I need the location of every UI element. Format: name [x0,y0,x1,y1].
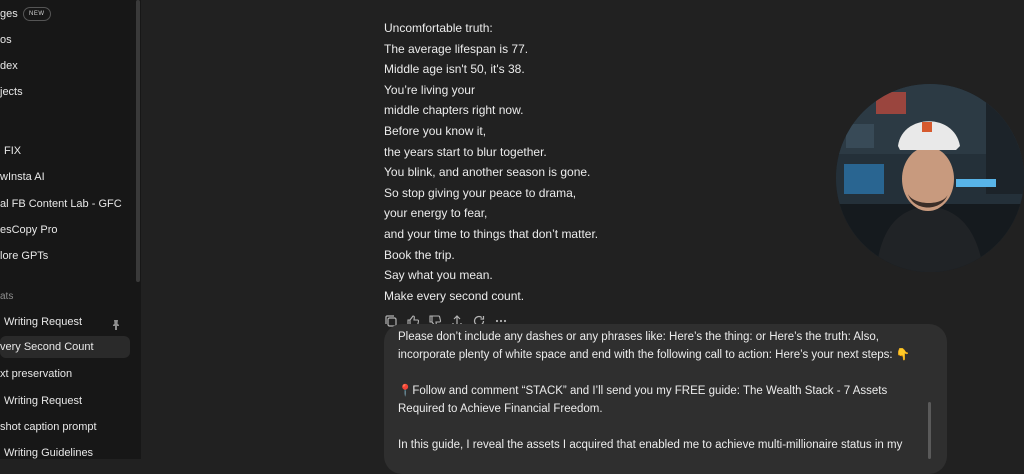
webcam-overlay [836,84,1024,272]
sidebar-item-label: FIX [4,145,22,157]
user-message-paragraph: 📍Follow and comment “STACK” and I’ll sen… [398,385,888,415]
sidebar-item-codex[interactable]: dex [0,55,132,77]
user-message-paragraph: Please don’t include any dashes or any p… [398,331,911,361]
user-message-paragraph: In this guide, I reveal the assets I acq… [398,439,903,451]
chat-item[interactable]: shot caption prompt [0,416,132,438]
sidebar-item-label: al FB Content Lab - GFC [0,198,122,210]
chat-item[interactable]: Writing Request [0,390,132,412]
message-line: Before you know it, [384,123,487,138]
chat-item-label: Writing Request [4,316,83,328]
chat-item-label: shot caption prompt [0,421,97,433]
sidebar-gpt-salescopy-pro[interactable]: esCopy Pro [0,219,132,241]
sidebar-gpt-fix[interactable]: FIX [0,140,132,162]
message-line: the years start to blur together. [384,144,547,159]
user-message-bubble: Please don’t include any dashes or any p… [384,324,947,474]
chat-item-label: Writing Request [4,395,83,407]
sidebar-item-label: dex [0,60,18,72]
message-line: Middle age isn't 50, it's 38. [384,62,525,77]
sidebar-item-projects[interactable]: jects [0,81,132,103]
sidebar-item-pages[interactable]: ges NEW [0,3,132,25]
message-line: You blink, and another season is gone. [384,165,591,180]
chat-item-active[interactable]: very Second Count [0,336,130,358]
sidebar-explore-gpts[interactable]: lore GPTs [0,245,132,267]
pin-icon[interactable] [112,316,120,330]
message-line: Book the trip. [384,247,455,262]
sidebar-item-apps[interactable]: os [0,29,132,51]
message-line: Uncomfortable truth: [384,21,493,35]
sidebar-item-label: ges [0,8,18,20]
sidebar-scrollbar[interactable] [136,0,140,282]
message-line: and your time to things that don’t matte… [384,226,599,241]
chat-item[interactable]: Writing Request [0,311,132,333]
chats-section-heading: ats [0,291,14,302]
message-line: The average lifespan is 77. [384,41,529,56]
message-line: You’re living your [384,82,475,97]
message-line: your energy to fear, [384,206,488,221]
sidebar-gpt-fb-content-lab[interactable]: al FB Content Lab - GFC [0,193,132,215]
chat-item[interactable]: Writing Guidelines [0,442,132,459]
sidebar-item-label: os [0,34,12,46]
bubble-scrollbar[interactable] [928,402,931,459]
message-line: middle chapters right now. [384,103,524,118]
chat-item-label: very Second Count [0,341,94,353]
message-line: Say what you mean. [384,268,493,283]
assistant-message: Uncomfortable truth: The average lifespa… [384,18,714,306]
chat-item-label: Writing Guidelines [4,447,94,459]
chat-item-label: xt preservation [0,368,73,380]
message-line: So stop giving your peace to drama, [384,185,577,200]
sidebar-item-label: jects [0,86,23,98]
sidebar: ges NEW os dex jects FIX wInsta AI al FB… [0,0,141,459]
new-badge: NEW [23,7,51,21]
message-line: Make every second count. [384,288,525,303]
chat-item[interactable]: xt preservation [0,363,132,385]
sidebar-item-label: wInsta AI [0,171,45,183]
sidebar-item-label: esCopy Pro [0,224,58,236]
sidebar-gpt-insta-ai[interactable]: wInsta AI [0,166,132,188]
sidebar-item-label: lore GPTs [0,250,49,262]
